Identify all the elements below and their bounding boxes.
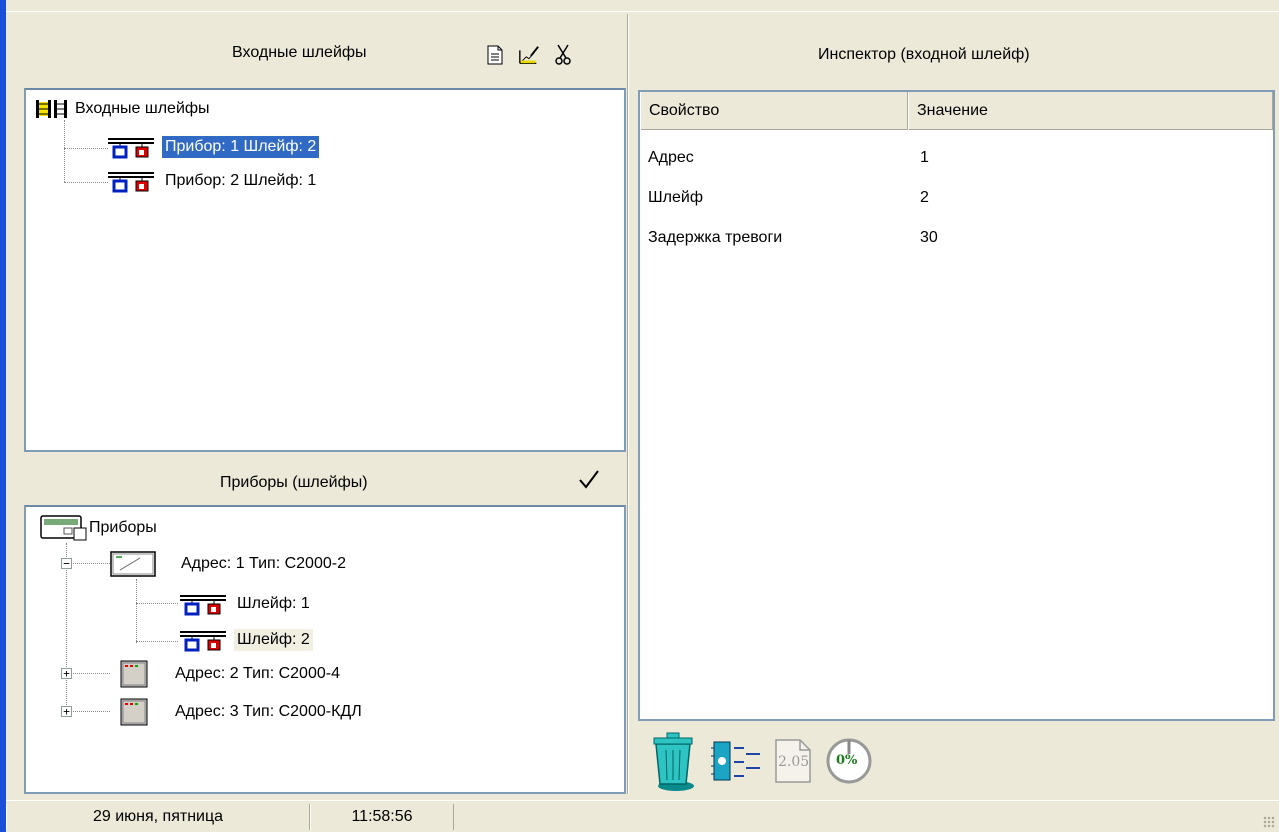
input-loops-toolbar bbox=[484, 44, 574, 66]
progress-circle-icon: 0% bbox=[824, 736, 874, 786]
tree-line bbox=[64, 120, 65, 182]
expand-toggle[interactable]: + bbox=[61, 706, 72, 717]
window-edge-accent bbox=[0, 0, 6, 832]
loop-label-selected: Прибор: 1 Шлейф: 2 bbox=[160, 135, 321, 159]
device-loop-node[interactable]: Шлейф: 2 bbox=[178, 625, 313, 655]
expand-toggle[interactable]: + bbox=[61, 668, 72, 679]
firmware-version-icon[interactable]: 2.05 bbox=[774, 738, 812, 784]
loop-label: Шлейф: 1 bbox=[237, 595, 310, 612]
device-label: Адрес: 1 Тип: С2000-2 bbox=[181, 555, 346, 572]
tree-line bbox=[66, 711, 110, 712]
document-icon[interactable] bbox=[484, 44, 506, 66]
loop-icon bbox=[106, 135, 156, 159]
input-loops-header: Входные шлейфы bbox=[14, 14, 626, 90]
app-window: Входные шлейфы Входные шлейфы Прибор: 1 … bbox=[0, 0, 1279, 832]
input-loops-tree[interactable]: Входные шлейфы Прибор: 1 Шлейф: 2 Прибор… bbox=[24, 88, 626, 452]
trash-icon[interactable] bbox=[650, 730, 698, 792]
device-module-icon bbox=[120, 698, 148, 726]
device-label: Адрес: 3 Тип: С2000-КДЛ bbox=[175, 703, 362, 720]
firmware-version-label: 2.05 bbox=[778, 754, 810, 770]
progress-label: 0% bbox=[836, 753, 858, 768]
tree-line bbox=[66, 563, 110, 564]
property-value[interactable]: 2 bbox=[910, 189, 929, 207]
property-name: Шлейф bbox=[648, 189, 703, 206]
device-node[interactable]: Адрес: 1 Тип: С2000-2 bbox=[110, 549, 349, 579]
devices-group-icon bbox=[40, 514, 88, 542]
device-label: Адрес: 2 Тип: С2000-4 bbox=[175, 665, 340, 682]
device-node[interactable]: Адрес: 2 Тип: С2000-4 bbox=[120, 659, 343, 689]
tree-line bbox=[136, 579, 137, 643]
checkmark-icon[interactable] bbox=[578, 468, 600, 495]
resize-grip[interactable] bbox=[1263, 816, 1275, 828]
device-module-icon bbox=[120, 660, 148, 688]
tree-root-label: Приборы bbox=[89, 519, 157, 536]
chip-transfer-icon[interactable] bbox=[710, 738, 762, 784]
tree-line bbox=[136, 641, 178, 642]
inspector-title: Инспектор (входной шлейф) bbox=[818, 46, 1030, 63]
device-panel-icon bbox=[110, 550, 156, 578]
inspector-grid[interactable]: Свойство Значение Адрес 1 Шлейф 2 Задерж… bbox=[638, 90, 1275, 721]
loop-icon bbox=[178, 592, 228, 616]
property-name: Адрес bbox=[648, 149, 694, 166]
device-node[interactable]: Адрес: 3 Тип: С2000-КДЛ bbox=[120, 697, 365, 727]
property-value[interactable]: 1 bbox=[910, 149, 929, 167]
loop-icon bbox=[106, 169, 156, 193]
grid-header: Свойство Значение bbox=[640, 92, 1273, 130]
tree-root-label: Входные шлейфы bbox=[75, 100, 210, 117]
tree-root-input-loops[interactable]: Входные шлейфы bbox=[34, 94, 213, 124]
left-column: Входные шлейфы Входные шлейфы Прибор: 1 … bbox=[14, 14, 626, 794]
status-date: 29 июня, пятница bbox=[6, 803, 310, 830]
tree-line bbox=[64, 182, 108, 183]
status-time: 11:58:56 bbox=[310, 803, 454, 830]
property-name: Задержка тревоги bbox=[648, 229, 783, 246]
inspector-column: Инспектор (входной шлейф) Свойство Значе… bbox=[630, 14, 1279, 794]
grid-row[interactable]: Адрес 1 bbox=[640, 138, 1273, 178]
inspector-actions: 2.05 0% bbox=[650, 730, 874, 792]
devices-title: Приборы (шлейфы) bbox=[220, 474, 368, 491]
input-loops-title: Входные шлейфы bbox=[232, 44, 367, 61]
loop-icon bbox=[178, 628, 228, 652]
grid-row[interactable]: Задержка тревоги 30 bbox=[640, 218, 1273, 258]
loop-label-highlighted: Шлейф: 2 bbox=[234, 629, 313, 651]
status-bar: 29 июня, пятница 11:58:56 bbox=[6, 800, 1279, 832]
column-header-property[interactable]: Свойство bbox=[640, 92, 908, 130]
tree-item-loop[interactable]: Прибор: 2 Шлейф: 1 bbox=[106, 166, 319, 196]
tree-line bbox=[136, 603, 178, 604]
devices-tree[interactable]: Приборы − Адрес: 1 Тип: С2000-2 Шлейф: 1… bbox=[24, 505, 626, 794]
top-divider bbox=[6, 0, 1279, 12]
tree-line bbox=[66, 673, 110, 674]
tree-item-loop[interactable]: Прибор: 1 Шлейф: 2 bbox=[106, 132, 321, 162]
tree-line bbox=[64, 148, 108, 149]
column-splitter[interactable] bbox=[627, 14, 629, 794]
loop-label: Прибор: 2 Шлейф: 1 bbox=[165, 172, 317, 189]
tree-root-devices[interactable]: Приборы bbox=[40, 513, 160, 543]
scissors-icon[interactable] bbox=[552, 44, 574, 66]
device-loop-node[interactable]: Шлейф: 1 bbox=[178, 589, 313, 619]
property-value[interactable]: 30 bbox=[910, 229, 938, 247]
grid-row[interactable]: Шлейф 2 bbox=[640, 178, 1273, 218]
collapse-toggle[interactable]: − bbox=[61, 558, 72, 569]
edit-chart-icon[interactable] bbox=[518, 44, 540, 66]
column-header-value[interactable]: Значение bbox=[908, 92, 1273, 130]
